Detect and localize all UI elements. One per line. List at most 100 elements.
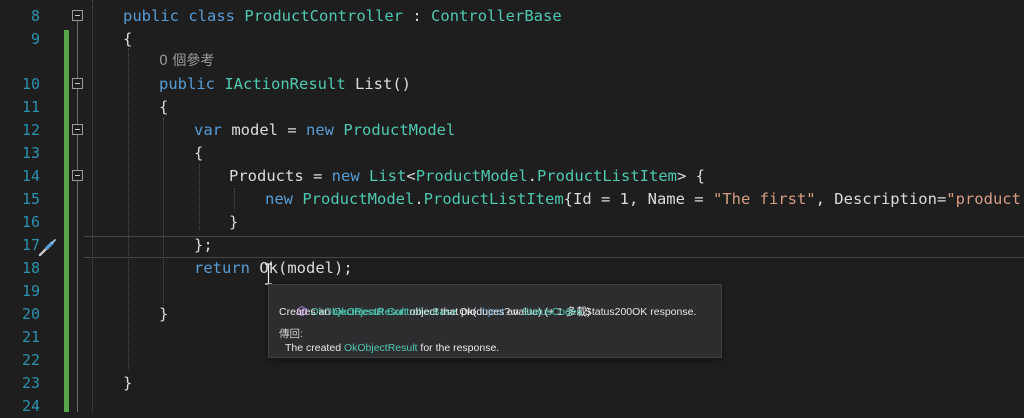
tooltip-returns-heading: 傳回: (279, 328, 303, 340)
indent-guide (199, 164, 200, 230)
line-number: 19 (21, 282, 40, 300)
code-line-15[interactable]: new ProductModel.ProductListItem{Id = 1,… (265, 188, 1024, 211)
line-number: 13 (21, 144, 40, 162)
tooltip-returns: The created OkObjectResult for the respo… (285, 341, 499, 355)
type-name: ProductModel (302, 190, 415, 208)
type-name: ProductModel (415, 167, 528, 185)
code-line-17[interactable]: }; (194, 234, 213, 257)
code-editor[interactable]: 8 9 10 11 12 13 14 15 16 17 18 19 20 21 22 23 24 public … (0, 0, 1024, 415)
line-number: 10 (21, 75, 40, 93)
keyword: new (331, 167, 360, 185)
code-token: } (159, 305, 169, 323)
tooltip-text: object that produces an (406, 306, 522, 318)
tooltip-text: for the response. (417, 342, 500, 354)
line-number: 22 (21, 351, 40, 369)
type-name: ProductModel (343, 121, 456, 139)
code-token: }; (194, 236, 213, 254)
code-token: : (412, 7, 422, 25)
tooltip-returns-label: 傳回: (279, 327, 303, 341)
line-number: 20 (21, 305, 40, 323)
code-token: , Description= (815, 190, 947, 208)
indent-guide (128, 48, 129, 370)
code-token: . (414, 190, 424, 208)
fold-line (77, 21, 78, 78)
code-line-11[interactable]: { (159, 96, 168, 119)
line-number: 15 (21, 190, 40, 208)
code-line-20[interactable]: } (159, 303, 168, 326)
keyword: public (123, 7, 179, 25)
tooltip-type-link[interactable]: StatusCodes (522, 306, 582, 318)
tooltip-type-link[interactable]: OkObjectResult (333, 306, 407, 318)
code-line-16[interactable]: } (229, 211, 238, 234)
code-line-13[interactable]: { (194, 142, 203, 165)
fold-line (77, 181, 78, 412)
code-token: { (194, 144, 204, 162)
fold-toggle-icon[interactable] (72, 124, 83, 135)
line-number: 23 (21, 374, 40, 392)
line-number: 14 (21, 167, 40, 185)
code-line-9[interactable]: { (123, 28, 132, 51)
references-codelens[interactable]: 0 個參考 (159, 50, 214, 73)
type-name: List (369, 167, 407, 185)
references-hint[interactable]: 0 個參考 (159, 53, 214, 69)
code-token: Ok(model); (259, 259, 353, 277)
keyword: return (194, 259, 250, 277)
code-token: } (229, 213, 239, 231)
code-line-18[interactable]: return Ok(model); (194, 257, 353, 280)
code-line-8[interactable]: public class ProductController : Control… (123, 5, 562, 28)
quick-actions-screwdriver-icon[interactable] (37, 239, 59, 257)
keyword: new (306, 121, 335, 139)
string-literal: "The first" (712, 190, 816, 208)
indent-guide (234, 188, 235, 212)
code-token: Products = (229, 167, 323, 185)
tooltip-description: Creates an OkObjectResult object that pr… (279, 305, 696, 319)
code-token: {Id = 1, Name = (563, 190, 704, 208)
change-bar (64, 30, 69, 412)
type-name: ProductListItem (423, 190, 564, 208)
keyword: class (188, 7, 236, 25)
code-token: > { (677, 167, 705, 185)
current-line-highlight (84, 236, 1024, 258)
line-number: 21 (21, 328, 40, 346)
code-line-23[interactable]: } (123, 372, 132, 395)
code-token: { (123, 30, 133, 48)
fold-toggle-icon[interactable] (72, 78, 83, 89)
string-literal: "product 1" (946, 190, 1021, 208)
keyword: public (159, 75, 215, 93)
code-line-12[interactable]: var model = new ProductModel (194, 119, 455, 142)
code-token: { (159, 98, 169, 116)
code-line-14[interactable]: Products = new List<ProductModel.Product… (229, 165, 705, 188)
line-number: 18 (21, 259, 40, 277)
line-number: 11 (21, 98, 40, 116)
line-number: 16 (21, 213, 40, 231)
code-token: model = (231, 121, 297, 139)
text-cursor-icon (265, 263, 272, 285)
fold-toggle-icon[interactable] (72, 10, 83, 21)
line-number: 12 (21, 121, 40, 139)
line-number: 17 (21, 236, 40, 254)
code-token: } (123, 374, 133, 392)
tooltip-type-link[interactable]: OkObjectResult (344, 342, 418, 354)
keyword: new (265, 190, 293, 208)
quick-info-tooltip: OkObjectResult ControllerBase.Ok(object?… (268, 284, 722, 358)
code-token: < (406, 167, 416, 185)
line-number: 9 (30, 30, 40, 48)
tooltip-text: The created (285, 342, 344, 354)
keyword: var (194, 121, 222, 139)
code-line-10[interactable]: public IActionResult List() (159, 73, 411, 96)
line-number: 8 (30, 7, 40, 25)
fold-line (77, 135, 78, 170)
fold-toggle-icon[interactable] (72, 170, 83, 181)
fold-line (77, 89, 78, 124)
type-name: ControllerBase (431, 7, 562, 25)
indent-guide (92, 0, 93, 412)
code-token: . (527, 167, 538, 185)
indent-guide (163, 118, 164, 306)
type-name: IActionResult (224, 75, 346, 93)
method-name: List() (355, 75, 412, 93)
type-name: ProductListItem (537, 167, 677, 185)
class-name: ProductController (244, 7, 403, 25)
line-number: 24 (21, 397, 40, 415)
tooltip-text: Creates an (279, 306, 334, 318)
tooltip-text: .Status200OK response. (581, 306, 697, 318)
